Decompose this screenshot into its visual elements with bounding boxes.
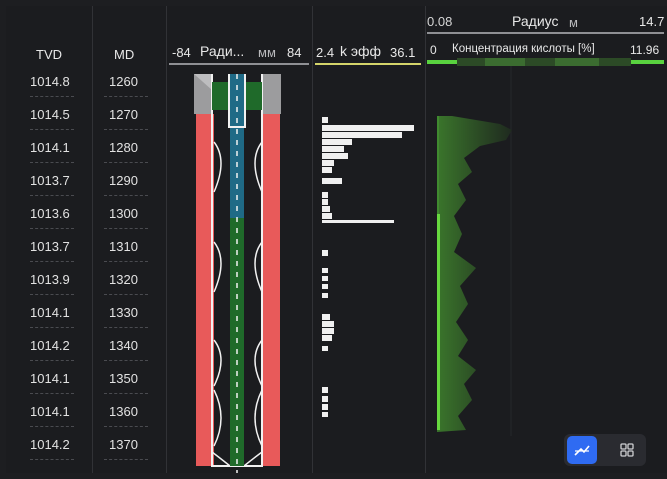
well-log-panel: TVD MD -84 Ради... мм 84 2.4 k эфф 36.1 … <box>6 6 667 473</box>
app-window: TVD MD -84 Ради... мм 84 2.4 k эфф 36.1 … <box>0 0 667 479</box>
line-mode-button[interactable] <box>567 436 597 464</box>
acid-profile-edge <box>437 214 440 430</box>
view-mode-toolbar <box>564 434 646 466</box>
line-mode-icon <box>574 445 590 456</box>
acid-profile-area <box>437 116 512 432</box>
grid-mode-button[interactable] <box>612 436 642 464</box>
grid-mode-icon <box>620 443 634 457</box>
